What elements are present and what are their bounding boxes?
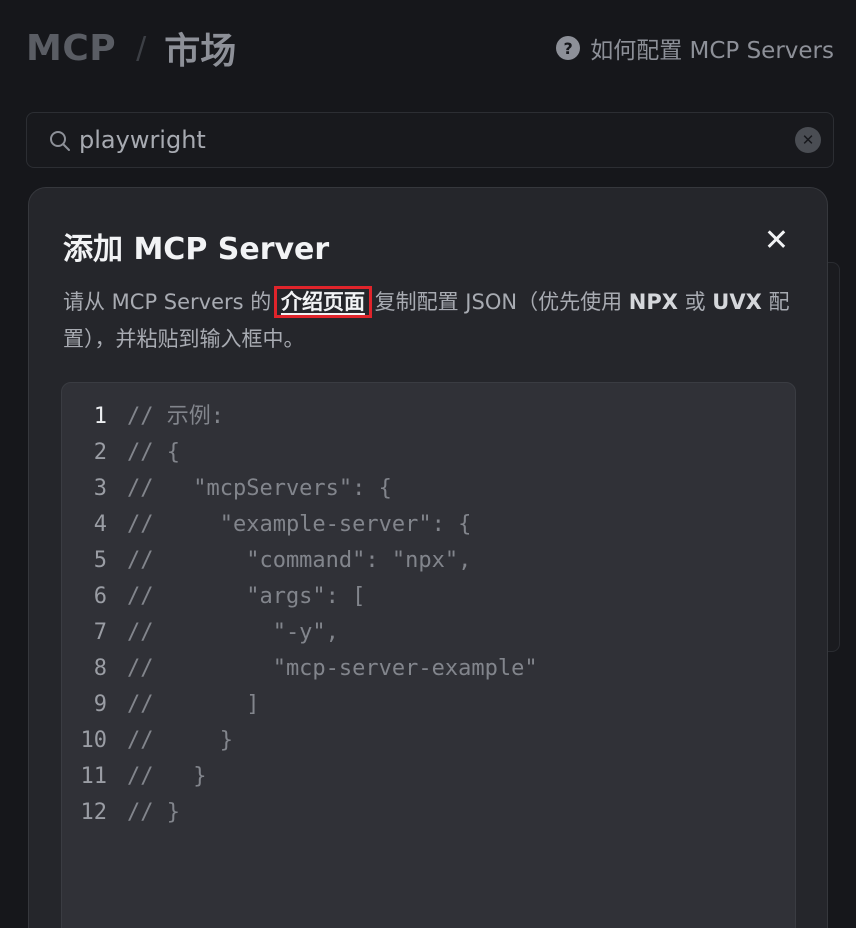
npx-label: NPX [628,290,678,314]
code-text: // "mcp-server-example" [127,656,538,681]
code-text: // "example-server": { [127,512,472,537]
description-text-3: 或 [677,290,713,314]
code-text: // } [127,764,207,789]
line-number: 11 [80,764,108,789]
code-text: // 示例: [127,404,224,429]
line-number: 10 [80,728,108,753]
uvx-label: UVX [712,290,762,314]
mcp-market-page: MCP / 市场 ? 如何配置 MCP Servers ✕ 添加 MCP Ser… [0,0,856,928]
code-line: 7 // "-y", [62,615,795,651]
breadcrumb-root[interactable]: MCP [26,28,116,69]
dialog-description: 请从 MCP Servers 的 介绍页面 复制配置 JSON（优先使用 NPX… [63,284,803,358]
code-line: 1 // 示例: [62,399,795,435]
code-text: // } [127,800,180,825]
code-line: 10 // } [62,723,795,759]
code-line: 12 // } [62,795,795,831]
line-number: 8 [93,656,107,681]
code-line: 6 // "args": [ [62,579,795,615]
code-text: // ] [127,692,260,717]
code-text: // "args": [ [127,584,366,609]
line-number: 4 [93,512,107,537]
description-text-1: 请从 MCP Servers 的 [63,290,278,314]
description-text-2: 复制配置 JSON（优先使用 [367,290,629,314]
line-number: 7 [93,620,107,645]
code-text: // { [127,440,180,465]
code-text: // "command": "npx", [127,548,472,573]
line-number: 6 [93,584,107,609]
json-code-editor[interactable]: 1 // 示例: 2 // { 3 // "mcpServers": { 4 // "exam… [61,382,796,928]
search-bar: ✕ [26,112,834,168]
add-mcp-server-dialog: 添加 MCP Server ✕ 请从 MCP Servers 的 介绍页面 复制… [28,187,828,928]
search-icon [50,131,70,151]
code-line: 3 // "mcpServers": { [62,471,795,507]
line-number: 2 [93,440,107,465]
code-line: 2 // { [62,435,795,471]
dialog-title: 添加 MCP Server [63,232,330,267]
code-text: // "-y", [127,620,339,645]
code-text: // "mcpServers": { [127,476,392,501]
help-link[interactable]: ? 如何配置 MCP Servers [556,31,834,65]
line-number: 12 [80,800,108,825]
code-line: 9 // ] [62,687,795,723]
line-number: 9 [93,692,107,717]
line-number: 1 [93,404,107,429]
code-line: 8 // "mcp-server-example" [62,651,795,687]
breadcrumb-separator: / [136,30,147,66]
page-header: MCP / 市场 ? 如何配置 MCP Servers [26,24,834,73]
question-circle-icon: ? [556,36,581,60]
line-number: 3 [93,476,107,501]
code-line: 5 // "command": "npx", [62,543,795,579]
intro-page-link[interactable]: 介绍页面 [273,286,372,318]
close-icon[interactable]: ✕ [764,226,789,256]
clear-icon[interactable]: ✕ [795,127,821,153]
breadcrumb-current: 市场 [164,31,237,72]
search-input[interactable] [79,126,795,154]
code-text: // } [127,728,233,753]
line-number: 5 [93,548,107,573]
help-link-label: 如何配置 MCP Servers [590,38,834,64]
code-line: 4 // "example-server": { [62,507,795,543]
code-line: 11 // } [62,759,795,795]
